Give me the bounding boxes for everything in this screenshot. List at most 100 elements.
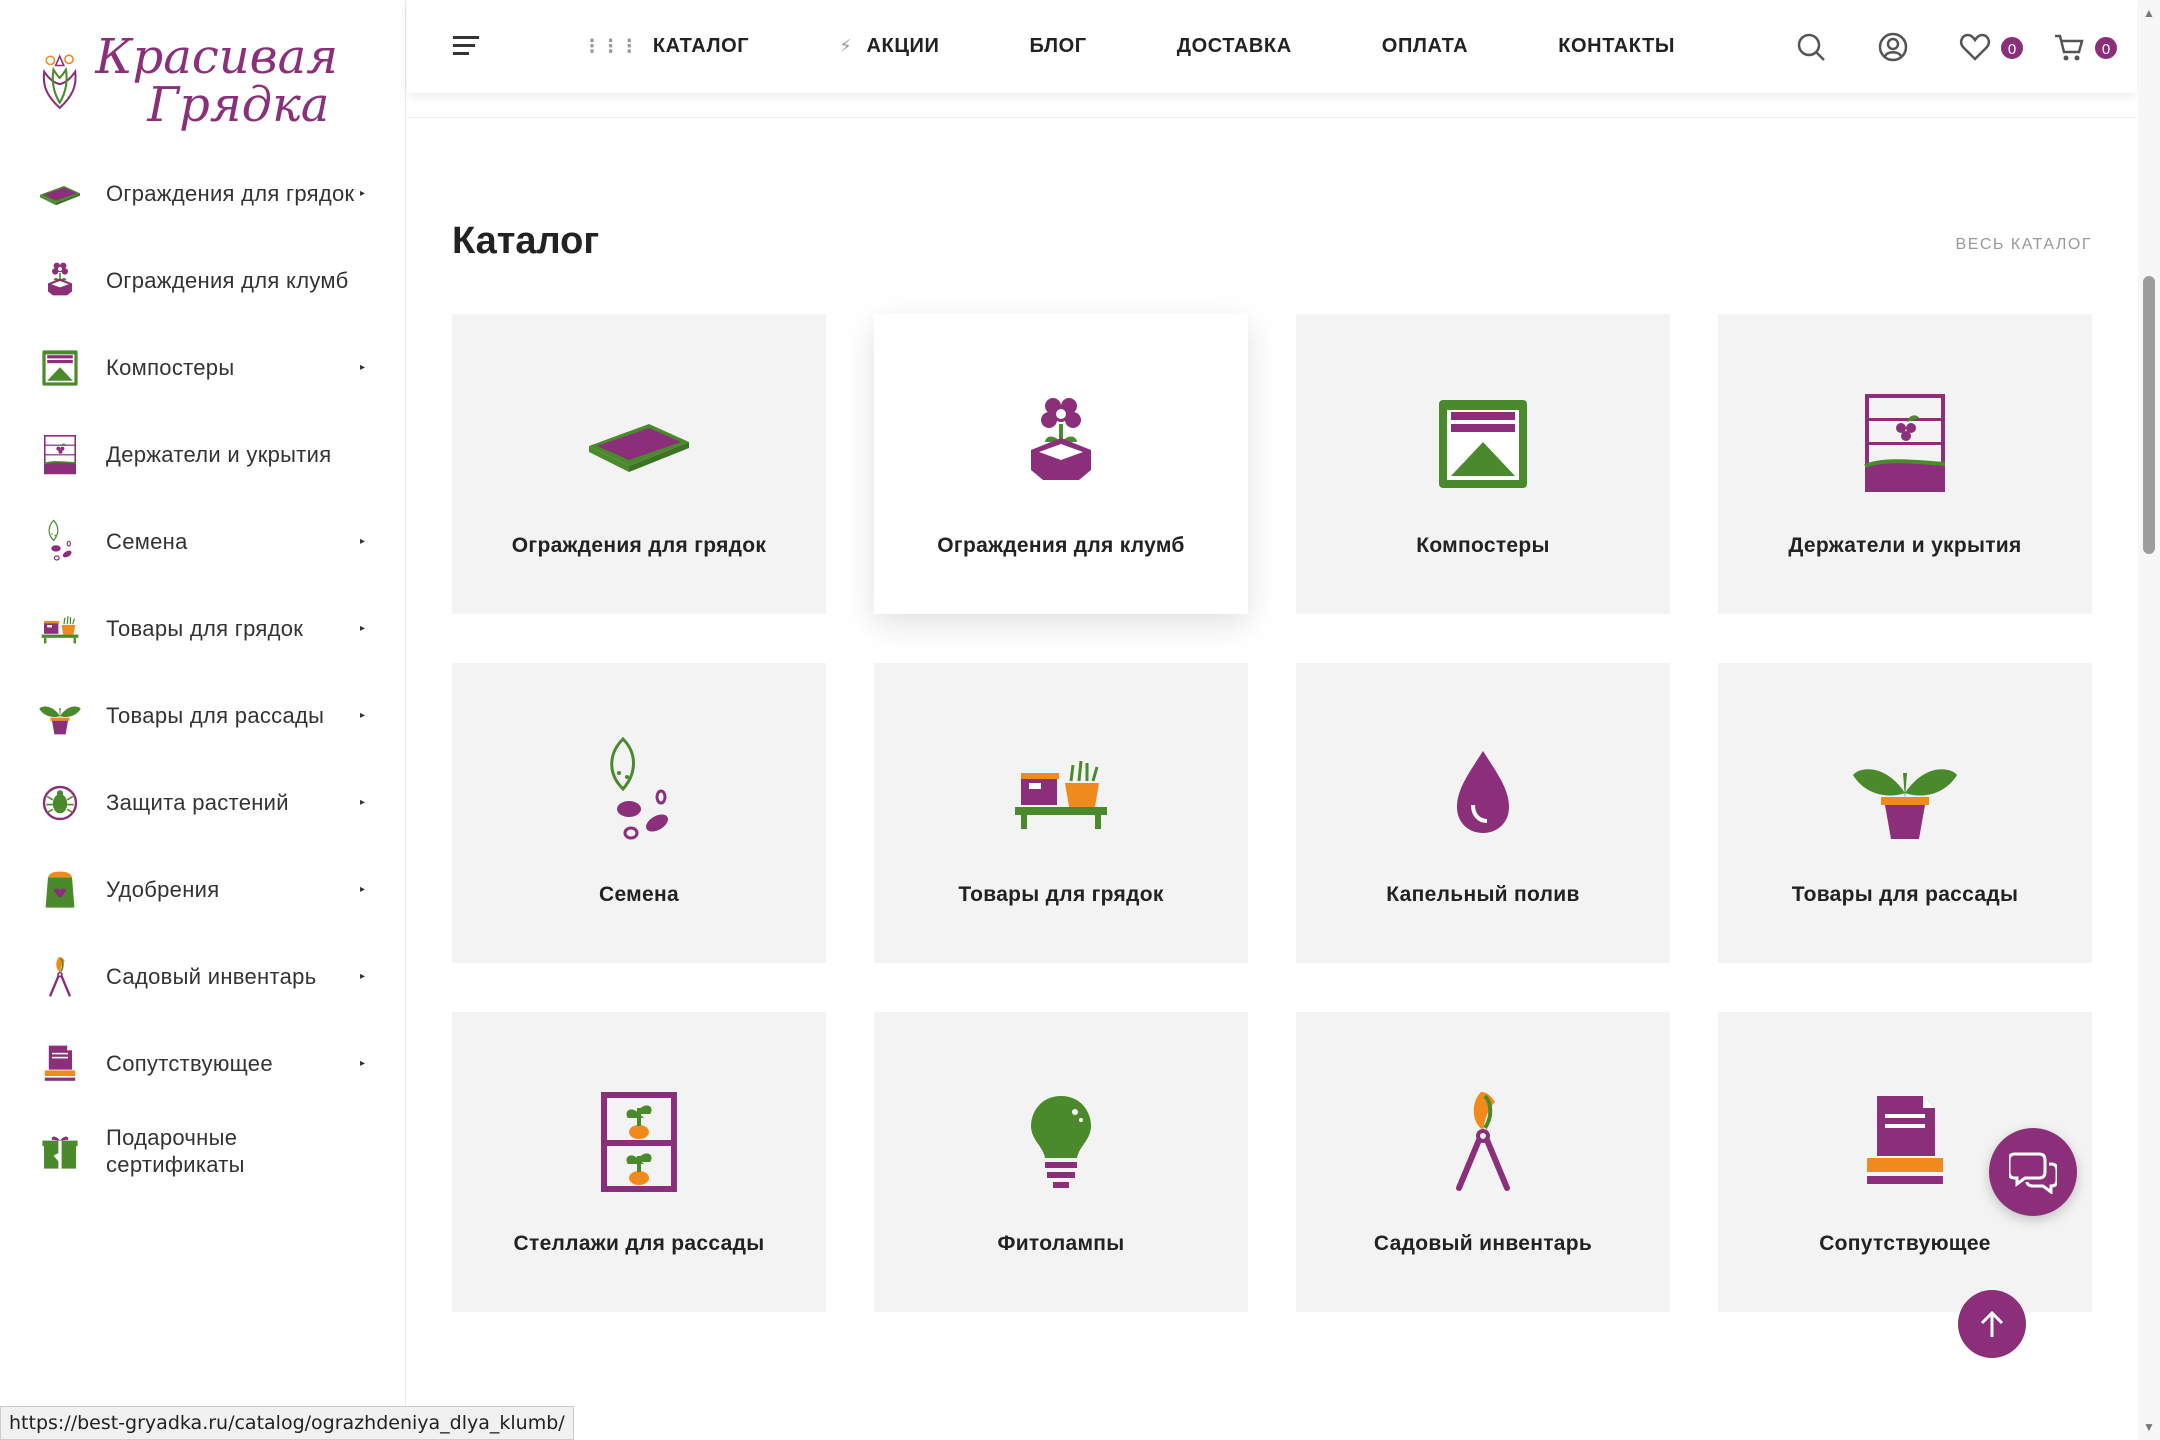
composter-icon <box>1423 384 1543 504</box>
account-icon[interactable] <box>1877 31 1909 63</box>
catalog-card[interactable]: Товары для грядок <box>874 663 1248 963</box>
menu-burger-icon[interactable] <box>453 36 479 56</box>
catalog-card[interactable]: Стеллажи для рассады <box>452 1012 826 1312</box>
catalog-card-label: Стеллажи для рассады <box>513 1232 765 1255</box>
sidebar-item[interactable]: Компостеры ▸ <box>0 324 406 411</box>
caret-right-icon[interactable]: ▸ <box>360 884 370 895</box>
cart-count-badge: 0 <box>2093 34 2119 61</box>
catalog-card-label: Товары для грядок <box>958 883 1164 906</box>
scroll-thumb[interactable] <box>2143 276 2155 554</box>
sidebar-item-label: Подарочные сертификаты <box>106 1124 245 1177</box>
nav-item[interactable]: ⚡ АКЦИИ <box>839 35 939 58</box>
caret-right-icon[interactable]: ▸ <box>360 797 370 808</box>
caret-right-icon[interactable]: ▸ <box>360 710 370 721</box>
sidebar-item[interactable]: Семена ▸ <box>0 498 406 585</box>
composter-icon <box>34 342 86 394</box>
catalog-card[interactable]: Держатели и укрытия <box>1718 314 2092 614</box>
wishlist-icon[interactable]: 0 <box>1959 31 2025 63</box>
scroll-down-arrow-icon[interactable]: ▼ <box>2143 1420 2155 1434</box>
catalog-grid: Ограждения для грядок Ограждения для клум… <box>452 314 2092 1312</box>
sidebar-item[interactable]: Удобрения ▸ <box>0 846 406 933</box>
gift-icon <box>34 1125 86 1177</box>
page-title: Каталог <box>452 220 600 262</box>
documents-icon <box>1845 1082 1965 1202</box>
catalog-card[interactable]: Фитолампы <box>874 1012 1248 1312</box>
page-scrollbar[interactable]: ▲ ▼ <box>2138 0 2160 1440</box>
sidebar-item-label: Компостеры <box>106 355 235 380</box>
seedling-icon <box>1845 733 1965 853</box>
logo-text: Красивая Грядка <box>95 33 338 129</box>
trellis-icon <box>34 429 86 481</box>
sidebar-item[interactable]: Держатели и укрытия <box>0 411 406 498</box>
grid-dots-icon: ⋮⋮⋮ <box>583 36 639 56</box>
catalog-card[interactable]: Семена <box>452 663 826 963</box>
pruner-icon <box>1423 1082 1543 1202</box>
catalog-card[interactable]: Товары для рассады <box>1718 663 2092 963</box>
caret-right-icon[interactable]: ▸ <box>360 188 370 199</box>
documents-icon <box>34 1038 86 1090</box>
catalog-card[interactable]: Ограждения для клумб <box>874 314 1248 614</box>
sidebar-item-label: Защита растений <box>106 790 289 815</box>
caret-right-icon[interactable]: ▸ <box>360 1058 370 1069</box>
sidebar-item[interactable]: Ограждения для грядок ▸ <box>0 150 406 237</box>
garden-bench-icon <box>34 603 86 655</box>
chat-bubble-icon <box>2009 1152 2057 1194</box>
sidebar-item[interactable]: Ограждения для клумб <box>0 237 406 324</box>
sidebar-item[interactable]: Подарочные сертификаты <box>0 1107 406 1194</box>
chat-button[interactable] <box>1989 1128 2077 1216</box>
catalog-card[interactable]: Садовый инвентарь <box>1296 1012 1670 1312</box>
catalog-card-label: Ограждения для клумб <box>937 534 1185 557</box>
caret-right-icon[interactable]: ▸ <box>360 971 370 982</box>
sidebar-item-label: Ограждения для клумб <box>106 268 349 293</box>
caret-right-icon[interactable]: ▸ <box>360 362 370 373</box>
nav-item-label: ДОСТАВКА <box>1176 35 1292 57</box>
nav-item[interactable]: БЛОГ <box>1030 35 1087 58</box>
status-bar-url: https://best-gryadka.ru/catalog/ograzhde… <box>0 1406 574 1440</box>
caret-right-icon[interactable]: ▸ <box>360 623 370 634</box>
cart-icon[interactable]: 0 <box>2053 31 2119 63</box>
scroll-to-top-button[interactable] <box>1958 1290 2026 1358</box>
flowerbed-icon <box>1001 384 1121 504</box>
catalog-card-label: Фитолампы <box>997 1232 1125 1255</box>
catalog-card-label: Садовый инвентарь <box>1373 1232 1593 1255</box>
pruner-icon <box>34 951 86 1003</box>
catalog-card-label: Сопутствующее <box>1819 1232 1991 1255</box>
search-icon[interactable] <box>1795 31 1827 63</box>
sidebar-item[interactable]: Защита растений ▸ <box>0 759 406 846</box>
logo-tulip-icon <box>42 54 77 110</box>
main-nav: ⋮⋮⋮ КАТАЛОГ ⚡ АКЦИИ БЛОГ ДОСТАВКА ОПЛАТА КОНТАК… <box>583 0 1765 93</box>
lightbulb-icon <box>1001 1082 1121 1202</box>
raised-bed-icon <box>579 384 699 504</box>
catalog-card-label: Товары для рассады <box>1791 883 2019 906</box>
nav-item[interactable]: ДОСТАВКА <box>1177 35 1292 58</box>
seeds-icon <box>34 516 86 568</box>
sidebar-item-label: Ограждения для грядок <box>106 181 355 206</box>
logo[interactable]: Красивая Грядка <box>38 22 338 140</box>
sidebar-item-label: Держатели и укрытия <box>106 442 332 467</box>
catalog-card[interactable]: Ограждения для грядок <box>452 314 826 614</box>
nav-item[interactable]: ОПЛАТА <box>1382 35 1468 58</box>
fertilizer-icon <box>34 864 86 916</box>
sidebar-item-label: Удобрения <box>106 877 220 902</box>
scroll-up-arrow-icon[interactable]: ▲ <box>2143 6 2155 20</box>
raised-bed-icon <box>34 168 86 220</box>
garden-bench-icon <box>1001 733 1121 853</box>
all-catalog-link[interactable]: ВЕСЬ КАТАЛОГ <box>1956 236 2092 254</box>
catalog-card-label: Компостеры <box>1416 534 1550 557</box>
catalog-card[interactable]: Капельный полив <box>1296 663 1670 963</box>
catalog-card[interactable]: Компостеры <box>1296 314 1670 614</box>
nav-item[interactable]: КОНТАКТЫ <box>1558 35 1675 58</box>
header-divider <box>407 117 2137 118</box>
sidebar-menu: Ограждения для грядок ▸ Ограждения для клу… <box>0 150 406 1194</box>
nav-item-label: КАТАЛОГ <box>652 35 750 57</box>
sidebar-item[interactable]: Сопутствующее ▸ <box>0 1020 406 1107</box>
caret-right-icon[interactable]: ▸ <box>360 536 370 547</box>
sidebar-item[interactable]: Товары для рассады ▸ <box>0 672 406 759</box>
sidebar-item[interactable]: Товары для грядок ▸ <box>0 585 406 672</box>
nav-item[interactable]: ⋮⋮⋮ КАТАЛОГ <box>583 35 749 58</box>
top-header: ⋮⋮⋮ КАТАЛОГ ⚡ АКЦИИ БЛОГ ДОСТАВКА ОПЛАТА КОНТАК… <box>407 0 2137 93</box>
sidebar-item[interactable]: Садовый инвентарь ▸ <box>0 933 406 1020</box>
trellis-icon <box>1845 384 1965 504</box>
nav-item-label: БЛОГ <box>1029 35 1087 57</box>
sidebar-item-label: Товары для рассады <box>106 703 325 728</box>
